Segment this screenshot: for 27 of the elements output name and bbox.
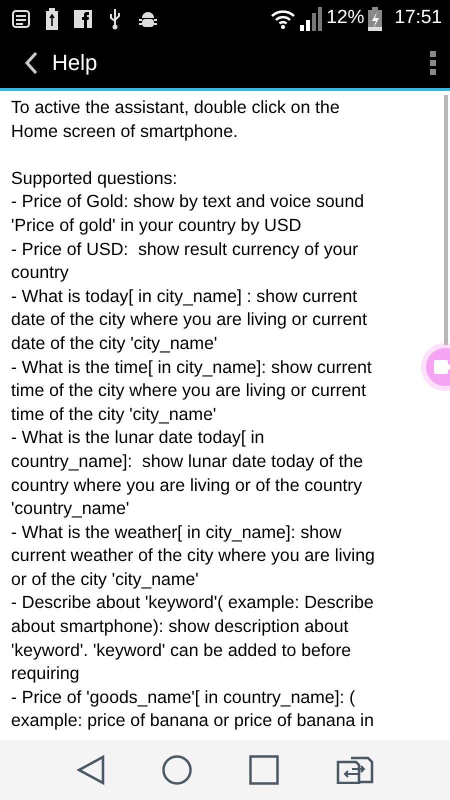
battery-charging-icon bbox=[368, 6, 382, 30]
recent-apps-icon[interactable] bbox=[248, 755, 278, 785]
battery-percent: 12% bbox=[326, 6, 364, 30]
f-logo-icon bbox=[74, 10, 92, 28]
help-paragraph: - What is today[ in city_name] : show current date of the city where you are living or current date of the city 'city_name' bbox=[11, 284, 367, 355]
help-paragraph: Supported questions: - Price of Gold: show by text and voice sound 'Price of gold' in your country by USD bbox=[11, 166, 364, 237]
help-paragraph: - Describe about 'keyword'( example: Describe about smartphone): show description about 'keyword'. 'keyword' can be added to before requiring bbox=[11, 591, 374, 686]
screen-title: Help bbox=[52, 49, 98, 77]
overflow-menu-icon[interactable] bbox=[430, 50, 436, 74]
battery-usb-icon bbox=[46, 8, 58, 30]
help-paragraph: - What is the weather[ in city_name]: show current weather of the city where you are living or of the city 'city_name' bbox=[11, 520, 375, 591]
clock-time: 17:51 bbox=[394, 6, 442, 30]
back-icon[interactable] bbox=[76, 755, 104, 785]
bug-icon bbox=[138, 10, 158, 28]
wifi-icon bbox=[270, 8, 296, 30]
signal-icon bbox=[300, 6, 322, 30]
dual-window-icon[interactable] bbox=[336, 756, 374, 784]
usb-icon bbox=[108, 8, 122, 30]
video-camera-icon bbox=[434, 360, 450, 374]
scrollbar[interactable] bbox=[444, 95, 448, 345]
help-paragraph: - Price of 'goods_name'[ in country_name]: ( example: price of banana or price of banana in bbox=[11, 686, 374, 732]
help-paragraph: To active the assistant, double click on the Home screen of smartphone. bbox=[11, 96, 340, 143]
help-paragraph: - Price of USD: show result currency of your country bbox=[11, 238, 358, 284]
home-icon[interactable] bbox=[162, 755, 192, 785]
help-paragraph: - What is the lunar date today[ in country_name]: show lunar date today of the country where you are living or of the country 'country_name' bbox=[11, 426, 364, 520]
notes-icon bbox=[12, 10, 30, 28]
help-paragraph: - What is the time[ in city_name]: show current time of the city where you are living or current time of the city 'city_name' bbox=[11, 356, 372, 426]
